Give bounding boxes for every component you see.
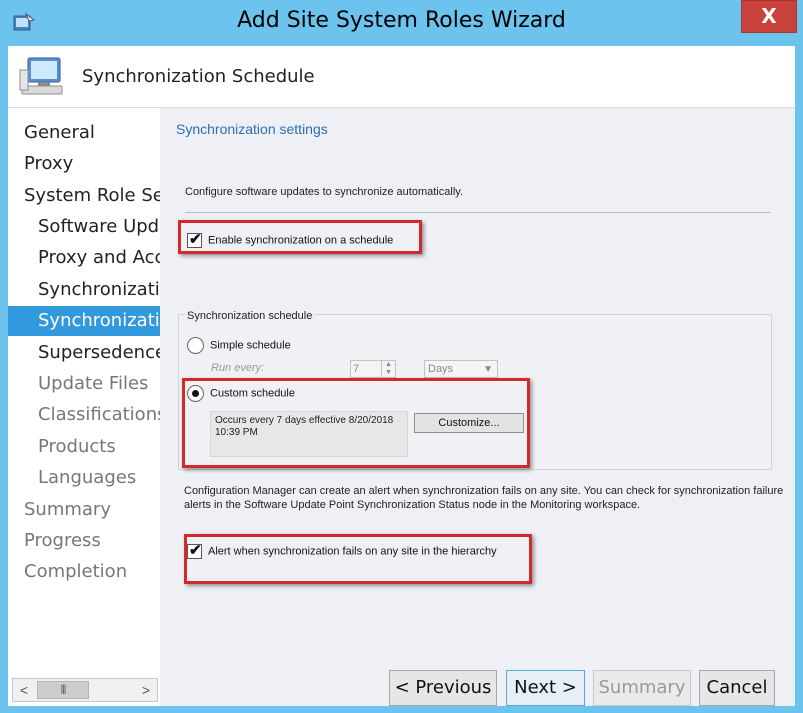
customize-button[interactable]: Customize...	[414, 413, 524, 433]
page-title: Synchronization Schedule	[82, 66, 315, 87]
nav-item-completion[interactable]: Completion	[24, 557, 127, 587]
scroll-thumb[interactable]: |||	[37, 681, 89, 699]
run-every-stepper[interactable]: 7 ▲ ▼	[350, 360, 396, 378]
nav-item-software-update-point[interactable]: Software Upda	[38, 212, 160, 242]
alert-checkbox-label: Alert when synchronization fails on any …	[208, 545, 497, 558]
nav-item-proxy-and-account[interactable]: Proxy and Acc	[38, 243, 160, 273]
scroll-right-button[interactable]: >	[135, 679, 157, 701]
nav-item-general[interactable]: General	[24, 118, 95, 148]
chevron-down-icon: ▼	[483, 364, 493, 375]
divider	[185, 212, 770, 213]
close-button[interactable]: X	[741, 0, 797, 33]
computer-icon	[19, 57, 63, 95]
section-description: Configure software updates to synchroniz…	[185, 186, 463, 198]
custom-schedule-radio[interactable]	[187, 385, 204, 402]
alert-description: Configuration Manager can create an aler…	[184, 485, 784, 511]
run-every-label: Run every:	[211, 362, 265, 374]
run-every-unit-value: Days	[428, 363, 454, 375]
enable-sync-label: Enable synchronization on a schedule	[208, 234, 394, 247]
enable-sync-row[interactable]: ✔ Enable synchronization on a schedule	[187, 231, 394, 248]
nav-item-supersedence[interactable]: Supersedence	[38, 338, 160, 368]
radio-selected-dot	[192, 390, 199, 397]
page-header: Synchronization Schedule	[8, 46, 795, 108]
schedule-group-title: Synchronization schedule	[185, 310, 315, 322]
run-every-value: 7	[353, 363, 360, 375]
alert-row[interactable]: ✔ Alert when synchronization fails on any…	[187, 542, 497, 559]
previous-button[interactable]: < Previous	[389, 670, 497, 706]
nav-horizontal-scrollbar[interactable]: < ||| >	[12, 678, 158, 702]
scroll-left-button[interactable]: <	[13, 679, 35, 701]
nav-item-progress[interactable]: Progress	[24, 526, 101, 556]
nav-item-synchronization-source[interactable]: Synchronizatio	[38, 275, 160, 305]
custom-schedule-label: Custom schedule	[210, 387, 295, 400]
nav-item-proxy[interactable]: Proxy	[24, 149, 73, 179]
nav-item-products[interactable]: Products	[38, 432, 116, 462]
wizard-client: Synchronization Schedule General Proxy S…	[8, 46, 795, 706]
summary-button[interactable]: Summary	[593, 670, 691, 706]
run-every-unit-select[interactable]: Days ▼	[424, 360, 498, 378]
window-title: Add Site System Roles Wizard	[237, 8, 566, 33]
checkmark-icon: ✔	[189, 542, 202, 559]
custom-schedule-summary: Occurs every 7 days effective 8/20/2018 …	[210, 411, 408, 457]
simple-schedule-radio[interactable]	[187, 337, 204, 354]
enable-sync-checkbox[interactable]: ✔	[187, 231, 202, 248]
nav-item-synchronization-schedule[interactable]: Synchronizatio	[8, 306, 160, 336]
custom-schedule-row[interactable]: Custom schedule	[187, 385, 295, 402]
nav-item-languages[interactable]: Languages	[38, 463, 136, 493]
nav-item-classifications[interactable]: Classifications	[38, 400, 160, 430]
section-title: Synchronization settings	[176, 121, 328, 137]
highlight-box-alert	[184, 534, 532, 584]
next-button[interactable]: Next >	[506, 670, 585, 706]
wizard-nav: General Proxy System Role Sel Software U…	[8, 108, 160, 676]
nav-item-update-files[interactable]: Update Files	[38, 369, 148, 399]
title-bar[interactable]: Add Site System Roles Wizard X	[0, 0, 803, 46]
simple-schedule-label: Simple schedule	[210, 339, 291, 352]
nav-item-system-role-selection[interactable]: System Role Sel	[24, 181, 160, 211]
alert-checkbox[interactable]: ✔	[187, 542, 202, 559]
wizard-window: Add Site System Roles Wizard X Synchroni…	[0, 0, 803, 713]
simple-schedule-row[interactable]: Simple schedule	[187, 337, 291, 354]
cancel-button[interactable]: Cancel	[699, 670, 775, 706]
content-pane: Synchronization settings Configure softw…	[160, 108, 795, 676]
checkmark-icon: ✔	[189, 231, 202, 248]
nav-item-summary[interactable]: Summary	[24, 495, 111, 525]
stepper-arrows-icon[interactable]: ▲ ▼	[381, 361, 395, 377]
